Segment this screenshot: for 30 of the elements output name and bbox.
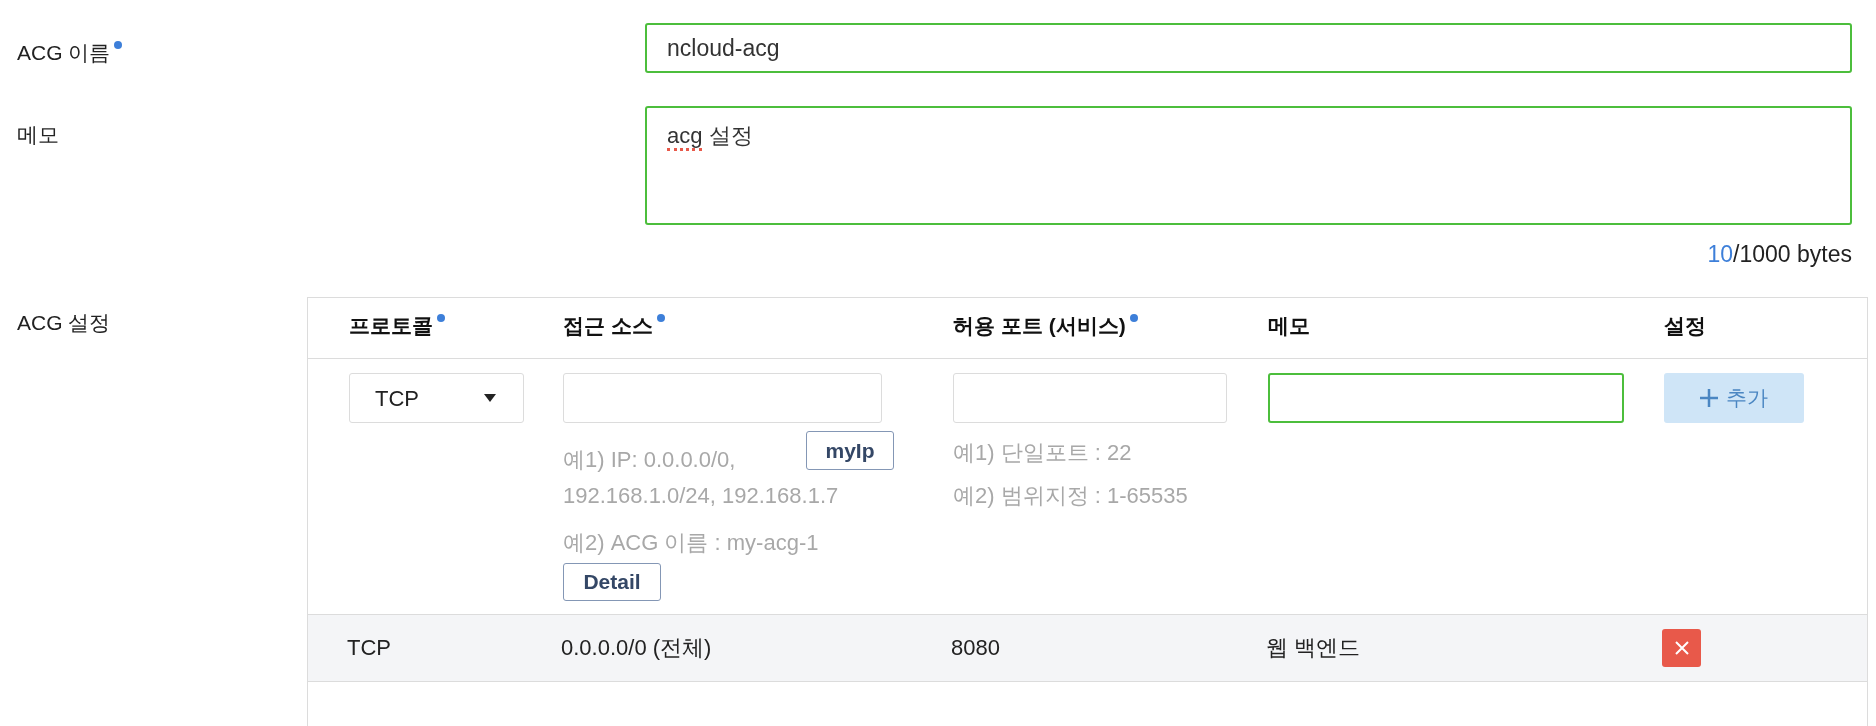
field-label: ACG 설정 (17, 310, 111, 336)
table-cell-text: 8080 (951, 634, 1000, 662)
source-input[interactable] (563, 373, 882, 423)
column-header: 접근 소스 (563, 312, 653, 339)
byte-counter: 10/1000 bytes (1707, 240, 1852, 269)
close-icon (1674, 641, 1689, 655)
plus-icon (1700, 389, 1718, 407)
hint-text: 192.168.1.0/24, 192.168.1.7 (563, 482, 839, 510)
field-label: ACG 이름 (17, 40, 111, 66)
name-input[interactable]: ncloud-acg (645, 23, 1852, 73)
field-label: 메모 (17, 122, 59, 148)
hint-text: 예1) IP: 0.0.0.0/0, (563, 446, 736, 474)
column-header: 메모 (1268, 312, 1310, 339)
column-header: 프로토콜 (349, 312, 433, 339)
my-ip-button[interactable]: myIp (806, 431, 894, 470)
hint-text: 예2) ACG 이름 : my-acg-1 (563, 529, 819, 557)
memo-input[interactable] (1268, 373, 1624, 423)
hint-text: 예2) 범위지정 : 1-65535 (953, 482, 1188, 510)
caret-icon (484, 394, 496, 402)
memo-textarea[interactable]: acg 설정 (645, 106, 1852, 225)
table-cell-text: 0.0.0.0/0 (전체) (561, 634, 712, 662)
port-input[interactable] (953, 373, 1227, 423)
hint-text: 예1) 단일포트 : 22 (953, 439, 1132, 467)
protocol-select[interactable]: TCP (349, 373, 524, 423)
table-cell-text: TCP (347, 634, 391, 662)
table-cell-text: 웹 백엔드 (1266, 634, 1361, 662)
column-header: 설정 (1664, 312, 1706, 339)
column-header: 허용 포트 (서비스) (953, 312, 1126, 339)
delete-button[interactable] (1662, 629, 1701, 667)
detail-button[interactable]: Detail (563, 563, 661, 601)
